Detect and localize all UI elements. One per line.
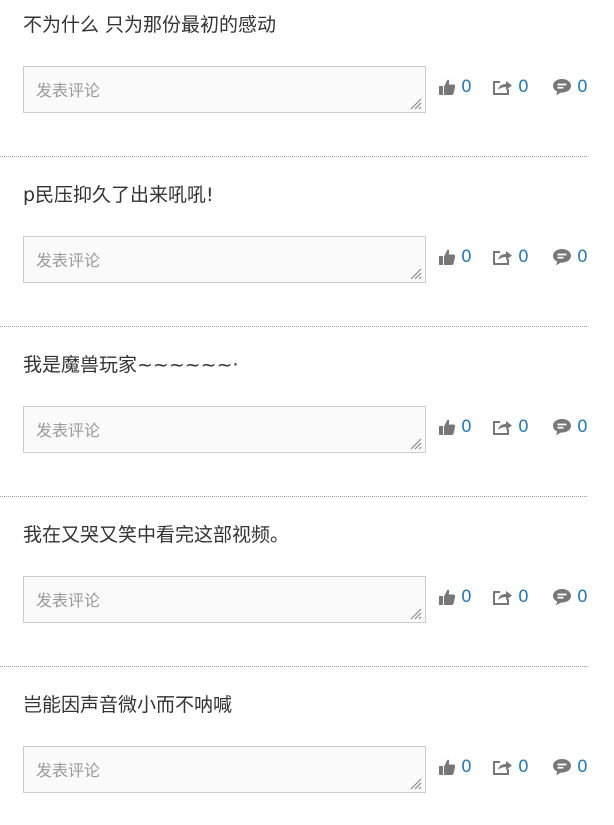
comment-item: 岂能因声音微小而不呐喊 0 0 0 xyxy=(0,680,614,825)
comment-feed: 不为什么 只为那份最初的感动 0 0 0 p民压抑久了出来吼吼! xyxy=(0,0,614,825)
reply-box xyxy=(23,66,426,113)
comment-item: p民压抑久了出来吼吼! 0 0 0 xyxy=(0,170,614,340)
share-icon xyxy=(493,421,512,435)
reply-count: 0 xyxy=(577,247,588,267)
comment-bubble-icon xyxy=(553,79,571,96)
thumbs-up-icon xyxy=(439,419,456,435)
reply-input[interactable] xyxy=(24,407,425,452)
reply-input[interactable] xyxy=(24,747,425,792)
like-count: 0 xyxy=(461,417,472,437)
comment-text: 我在又哭又笑中看完这部视频。 xyxy=(23,524,290,546)
share-count: 0 xyxy=(518,417,529,437)
thumbs-up-icon xyxy=(439,249,456,265)
comment-text: 不为什么 只为那份最初的感动 xyxy=(23,14,277,36)
divider xyxy=(0,496,587,497)
reply-box xyxy=(23,236,426,283)
comment-bubble-icon xyxy=(553,419,571,436)
divider xyxy=(0,666,587,667)
reply-count: 0 xyxy=(577,77,588,97)
divider xyxy=(0,326,587,327)
like-count: 0 xyxy=(461,77,472,97)
resize-grip-icon[interactable] xyxy=(408,776,422,790)
resize-grip-icon[interactable] xyxy=(408,266,422,280)
comment-text: 岂能因声音微小而不呐喊 xyxy=(23,694,233,716)
share-icon xyxy=(493,251,512,265)
share-count: 0 xyxy=(518,587,529,607)
resize-grip-icon[interactable] xyxy=(408,436,422,450)
thumbs-up-icon xyxy=(439,589,456,605)
resize-grip-icon[interactable] xyxy=(408,96,422,110)
comment-text: 我是魔兽玩家~~~~~~· xyxy=(23,354,239,376)
reply-box xyxy=(23,406,426,453)
share-count: 0 xyxy=(518,757,529,777)
comment-text: p民压抑久了出来吼吼! xyxy=(23,184,214,206)
like-count: 0 xyxy=(461,587,472,607)
reply-count: 0 xyxy=(577,757,588,777)
divider xyxy=(0,156,587,157)
share-icon xyxy=(493,81,512,95)
share-count: 0 xyxy=(518,77,529,97)
share-icon xyxy=(493,761,512,775)
reply-box xyxy=(23,746,426,793)
reply-input[interactable] xyxy=(24,237,425,282)
like-count: 0 xyxy=(461,247,472,267)
thumbs-up-icon xyxy=(439,759,456,775)
comment-bubble-icon xyxy=(553,249,571,266)
comment-item: 我在又哭又笑中看完这部视频。 0 0 0 xyxy=(0,510,614,680)
reply-input[interactable] xyxy=(24,67,425,112)
comment-item: 我是魔兽玩家~~~~~~· 0 0 0 xyxy=(0,340,614,510)
resize-grip-icon[interactable] xyxy=(408,606,422,620)
reply-input[interactable] xyxy=(24,577,425,622)
like-count: 0 xyxy=(461,757,472,777)
share-count: 0 xyxy=(518,247,529,267)
reply-count: 0 xyxy=(577,587,588,607)
comment-bubble-icon xyxy=(553,589,571,606)
comment-item: 不为什么 只为那份最初的感动 0 0 0 xyxy=(0,0,614,170)
reply-box xyxy=(23,576,426,623)
thumbs-up-icon xyxy=(439,79,456,95)
comment-bubble-icon xyxy=(553,759,571,776)
reply-count: 0 xyxy=(577,417,588,437)
share-icon xyxy=(493,591,512,605)
